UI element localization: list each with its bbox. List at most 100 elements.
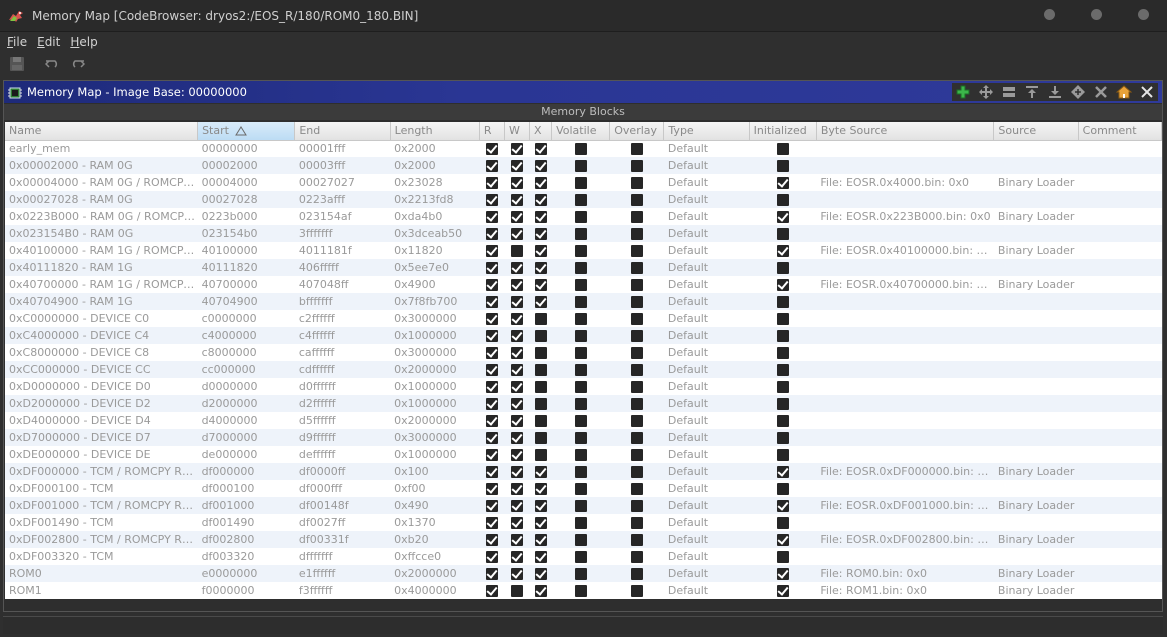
type-cell[interactable]: Default — [663, 327, 750, 344]
menu-edit[interactable]: Edit — [37, 35, 60, 49]
volatile-checkbox[interactable] — [574, 228, 587, 240]
volatile-checkbox[interactable] — [574, 534, 587, 546]
delete-block-icon[interactable] — [1092, 83, 1110, 101]
start-cell[interactable]: f0000000 — [197, 582, 295, 599]
table-row[interactable]: 0xCC000000 - DEVICE CC cc000000 cdffffff 0x… — [5, 361, 1162, 378]
volatile-checkbox[interactable] — [574, 194, 587, 206]
initialized-checkbox[interactable] — [776, 500, 789, 512]
end-cell[interactable]: 4011181f — [294, 242, 391, 259]
start-cell[interactable]: e0000000 — [197, 565, 295, 582]
byte-source-cell[interactable]: File: EOSR.0x223B000.bin: 0x0 — [816, 208, 994, 225]
start-cell[interactable]: d4000000 — [197, 412, 295, 429]
read-checkbox[interactable] — [485, 449, 498, 461]
write-checkbox[interactable] — [511, 262, 523, 274]
table-row[interactable]: 0x40704900 - RAM 1G 40704900 bfffffff 0x7f8… — [5, 293, 1162, 310]
start-cell[interactable]: 023154b0 — [197, 225, 295, 242]
end-cell[interactable]: c2ffffff — [294, 310, 391, 327]
volatile-checkbox[interactable] — [574, 364, 587, 376]
end-cell[interactable]: dfffffff — [294, 548, 391, 565]
comment-cell[interactable] — [1078, 429, 1162, 446]
comment-cell[interactable] — [1078, 174, 1162, 191]
initialized-checkbox[interactable] — [776, 245, 789, 257]
initialized-checkbox[interactable] — [776, 483, 789, 495]
read-checkbox[interactable] — [485, 347, 498, 359]
type-cell[interactable]: Default — [663, 582, 750, 599]
column-header-execute[interactable]: X — [529, 122, 553, 141]
overlay-checkbox[interactable] — [630, 262, 643, 274]
save-icon[interactable] — [8, 55, 26, 73]
write-checkbox[interactable] — [511, 415, 523, 427]
type-cell[interactable]: Default — [663, 276, 750, 293]
byte-source-cell[interactable] — [816, 293, 994, 310]
write-checkbox[interactable] — [511, 551, 523, 563]
name-cell[interactable]: 0x023154B0 - RAM 0G — [5, 225, 198, 242]
type-cell[interactable]: Default — [663, 412, 750, 429]
byte-source-cell[interactable]: File: EOSR.0xDF000000.bin: 0x0 — [816, 463, 994, 480]
overlay-checkbox[interactable] — [630, 517, 643, 529]
table-row[interactable]: 0x00004000 - RAM 0G / ROMCPY R... 0000400… — [5, 174, 1162, 191]
column-header-source[interactable]: Source — [993, 122, 1079, 141]
minimize-button[interactable] — [1044, 9, 1055, 20]
length-cell[interactable]: 0x2213fd8 — [390, 191, 480, 208]
table-row[interactable]: 0x00027028 - RAM 0G 00027028 0223afff 0x221… — [5, 191, 1162, 208]
length-cell[interactable]: 0x23028 — [390, 174, 480, 191]
start-cell[interactable]: df003320 — [197, 548, 295, 565]
merge-blocks-icon[interactable] — [1069, 83, 1087, 101]
overlay-checkbox[interactable] — [630, 568, 643, 580]
source-cell[interactable] — [993, 446, 1079, 463]
volatile-checkbox[interactable] — [574, 296, 587, 308]
volatile-checkbox[interactable] — [574, 262, 587, 274]
table-row[interactable]: 0xD0000000 - DEVICE D0 d0000000 d0ffffff 0x… — [5, 378, 1162, 395]
menu-file[interactable]: File — [7, 35, 27, 49]
source-cell[interactable] — [993, 429, 1079, 446]
byte-source-cell[interactable] — [816, 378, 994, 395]
add-block-icon[interactable] — [954, 83, 972, 101]
overlay-checkbox[interactable] — [630, 160, 643, 172]
name-cell[interactable]: 0xD0000000 - DEVICE D0 — [5, 378, 198, 395]
volatile-checkbox[interactable] — [574, 466, 587, 478]
type-cell[interactable]: Default — [663, 565, 750, 582]
table-row[interactable]: 0xDE000000 - DEVICE DE de000000 deffffff 0x… — [5, 446, 1162, 463]
length-cell[interactable]: 0x5ee7e0 — [390, 259, 480, 276]
length-cell[interactable]: 0x3dceab50 — [390, 225, 480, 242]
byte-source-cell[interactable] — [816, 191, 994, 208]
initialized-checkbox[interactable] — [776, 466, 789, 478]
end-cell[interactable]: d2ffffff — [294, 395, 391, 412]
length-cell[interactable]: 0x1000000 — [390, 395, 480, 412]
byte-source-cell[interactable] — [816, 157, 994, 174]
type-cell[interactable]: Default — [663, 293, 750, 310]
execute-checkbox[interactable] — [534, 551, 547, 563]
write-checkbox[interactable] — [511, 160, 523, 172]
write-checkbox[interactable] — [511, 517, 523, 529]
end-cell[interactable]: caffffff — [294, 344, 391, 361]
name-cell[interactable]: 0x00027028 - RAM 0G — [5, 191, 198, 208]
start-cell[interactable]: c8000000 — [197, 344, 295, 361]
name-cell[interactable]: 0xC4000000 - DEVICE C4 — [5, 327, 198, 344]
read-checkbox[interactable] — [485, 500, 498, 512]
initialized-checkbox[interactable] — [776, 517, 789, 529]
overlay-checkbox[interactable] — [630, 177, 643, 189]
write-checkbox[interactable] — [511, 534, 523, 546]
read-checkbox[interactable] — [485, 160, 498, 172]
start-cell[interactable]: c4000000 — [197, 327, 295, 344]
write-checkbox[interactable] — [511, 449, 523, 461]
length-cell[interactable]: 0x2000000 — [390, 412, 480, 429]
volatile-checkbox[interactable] — [574, 398, 587, 410]
write-checkbox[interactable] — [511, 432, 523, 444]
byte-source-cell[interactable]: File: ROM0.bin: 0x0 — [816, 565, 994, 582]
execute-checkbox[interactable] — [534, 466, 547, 478]
split-block-icon[interactable] — [1000, 83, 1018, 101]
comment-cell[interactable] — [1078, 582, 1162, 599]
start-cell[interactable]: d0000000 — [197, 378, 295, 395]
source-cell[interactable] — [993, 548, 1079, 565]
table-row[interactable]: early_mem 00000000 00001fff 0x2000 Default — [5, 140, 1162, 157]
initialized-checkbox[interactable] — [776, 330, 789, 342]
length-cell[interactable]: 0x2000000 — [390, 361, 480, 378]
comment-cell[interactable] — [1078, 344, 1162, 361]
comment-cell[interactable] — [1078, 191, 1162, 208]
end-cell[interactable]: bfffffff — [294, 293, 391, 310]
initialized-checkbox[interactable] — [776, 534, 789, 546]
start-cell[interactable]: 40700000 — [197, 276, 295, 293]
type-cell[interactable]: Default — [663, 310, 750, 327]
move-block-icon[interactable] — [977, 83, 995, 101]
